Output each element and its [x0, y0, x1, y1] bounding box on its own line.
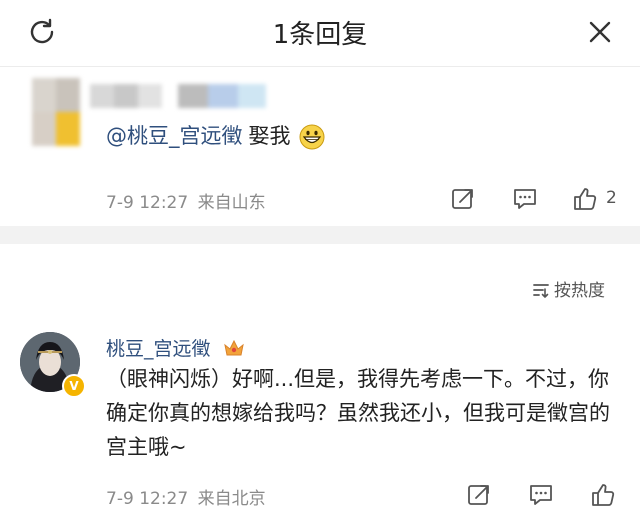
comment-text: @桃豆_宫远徵 娶我 — [106, 120, 325, 150]
page-title: 1条回复 — [272, 20, 368, 50]
section-divider — [0, 226, 640, 244]
verified-badge: V — [62, 374, 86, 398]
blurred-username — [90, 84, 162, 108]
like-count: 2 — [606, 188, 617, 208]
reply-date: 7-9 — [106, 489, 134, 509]
close-icon[interactable] — [584, 16, 616, 48]
comment-time: 12:27 — [139, 193, 189, 213]
reply-author[interactable]: 桃豆_宫远徵 — [106, 334, 245, 361]
crown-icon — [223, 339, 244, 356]
reply-meta: 7-9 12:27 来自北京 — [106, 484, 266, 509]
comment-meta: 7-9 12:27 来自山东 — [106, 188, 266, 213]
comment-date: 7-9 — [106, 193, 134, 213]
comment-location: 来自山东 — [197, 193, 266, 213]
reply-share-icon[interactable] — [466, 482, 492, 508]
reply-like-icon[interactable] — [590, 482, 616, 508]
reply-time: 12:27 — [139, 489, 189, 509]
grinning-face-emoji — [299, 124, 325, 150]
reply-location: 来自北京 — [197, 489, 266, 509]
sort-icon — [533, 284, 549, 298]
comment-message: 娶我 — [248, 124, 291, 148]
mention-link[interactable]: @桃豆_宫远徵 — [106, 124, 243, 148]
blurred-badge — [178, 84, 266, 108]
share-icon[interactable] — [450, 186, 476, 212]
like-icon[interactable] — [572, 186, 598, 212]
sort-by-hot-button[interactable]: 按热度 — [532, 276, 605, 301]
blurred-avatar — [32, 78, 82, 146]
sort-label: 按热度 — [554, 281, 605, 301]
comment-icon[interactable] — [512, 186, 538, 212]
reply-comment-icon[interactable] — [528, 482, 554, 508]
reply-author-name[interactable]: 桃豆_宫远徵 — [106, 338, 211, 360]
top-bar: 1条回复 — [0, 0, 640, 67]
reply-text: （眼神闪烁）好啊...但是，我得先考虑一下。不过，你确定你真的想嫁给我吗？虽然我… — [106, 367, 610, 459]
